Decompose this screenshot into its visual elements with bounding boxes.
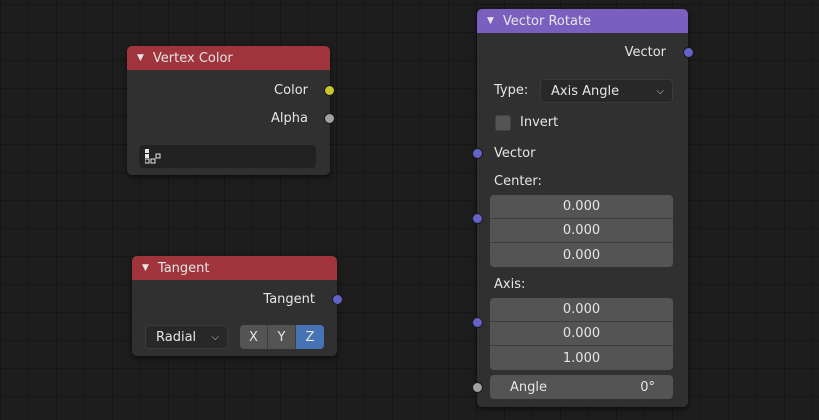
vertex-color-node[interactable]: ▼ Vertex Color Color Alpha [127,46,335,175]
angle-value: 0° [640,379,655,395]
tangent-node[interactable]: ▼ Tangent Tangent Radial ⌵ X Y Z [132,256,343,356]
center-z-field[interactable]: 0.000 [490,243,673,267]
rotation-type-value: Axis Angle [551,83,620,99]
axis-selector[interactable]: X Y Z [240,325,324,349]
rotation-type-dropdown[interactable]: Axis Angle ⌵ [540,79,673,103]
invert-label: Invert [520,115,559,130]
vector-input-socket[interactable] [472,148,483,159]
axis-x-button[interactable]: X [240,325,268,349]
vertex-color-header[interactable]: ▼ Vertex Color [127,46,330,70]
vector-rotate-header[interactable]: ▼ Vector Rotate [477,9,688,33]
type-label: Type: [494,83,529,98]
direction-type-dropdown[interactable]: Radial ⌵ [145,325,228,349]
axis-y-button[interactable]: Y [268,325,296,349]
output-tangent-label: Tangent [263,291,315,307]
vector-rotate-node[interactable]: ▼ Vector Rotate Vector Type: Axis Angle … [472,9,694,407]
center-label: Center: [494,174,542,189]
color-attribute-field[interactable] [139,145,316,168]
angle-field[interactable]: Angle 0° [490,375,673,399]
center-y-field[interactable]: 0.000 [490,219,673,243]
axis-input-socket[interactable] [472,317,483,328]
vector-output-socket[interactable] [683,47,694,58]
output-alpha-label: Alpha [271,110,308,126]
vector-input-label: Vector [494,146,536,161]
center-input-socket[interactable] [472,213,483,224]
tangent-header[interactable]: ▼ Tangent [132,256,337,280]
chevron-down-icon: ⌵ [656,85,664,97]
node-title: Tangent [157,260,210,276]
angle-label: Angle [510,379,547,395]
angle-input-socket[interactable] [472,382,483,393]
chevron-down-icon: ⌵ [211,331,219,343]
axis-y-field[interactable]: 0.000 [490,322,673,346]
output-vector-label: Vector [624,44,666,60]
vertex-group-icon [144,149,161,164]
axis-z-field[interactable]: 1.000 [490,346,673,370]
invert-checkbox[interactable] [495,115,511,131]
center-x-field[interactable]: 0.000 [490,195,673,219]
axis-x-field[interactable]: 0.000 [490,298,673,322]
collapse-triangle-icon[interactable]: ▼ [137,53,144,63]
axis-z-button[interactable]: Z [296,325,324,349]
output-color-row: Color [127,79,330,101]
node-title: Vector Rotate [502,13,592,29]
axis-fields[interactable]: 0.000 0.000 1.000 [490,298,673,370]
direction-type-value: Radial [156,329,197,345]
center-fields[interactable]: 0.000 0.000 0.000 [490,195,673,267]
output-tangent-row: Tangent [132,288,337,310]
collapse-triangle-icon[interactable]: ▼ [487,16,494,26]
tangent-output-socket[interactable] [332,294,343,305]
output-color-label: Color [274,82,308,98]
alpha-output-socket[interactable] [324,113,335,124]
axis-label: Axis: [494,277,526,292]
collapse-triangle-icon[interactable]: ▼ [142,263,149,273]
color-output-socket[interactable] [324,85,335,96]
node-title: Vertex Color [152,50,233,66]
output-vector-row: Vector [477,41,688,63]
output-alpha-row: Alpha [127,107,330,129]
